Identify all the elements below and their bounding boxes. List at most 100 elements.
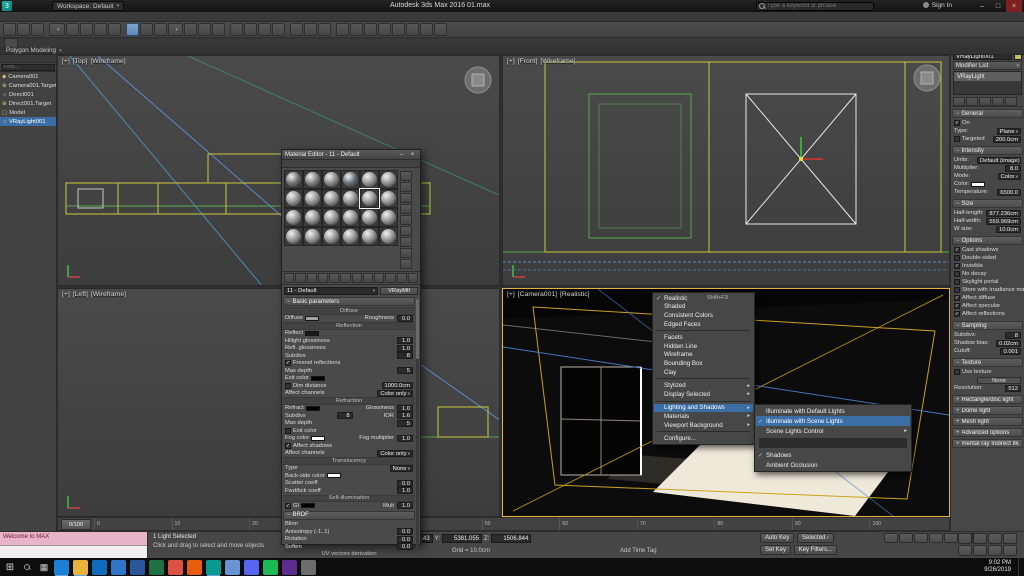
- time-ruler[interactable]: 0102030405060708090100: [94, 518, 947, 531]
- viewport-menu-plus[interactable]: [+]: [507, 58, 515, 65]
- taskbar-app-mail[interactable]: [111, 560, 126, 575]
- material-editor-window[interactable]: Material Editor - 11 - Default – × 11 - …: [281, 149, 421, 545]
- named-selection-sets-icon[interactable]: [290, 23, 303, 36]
- schematic-view-icon[interactable]: [378, 23, 391, 36]
- context-menu-item[interactable]: ✓ ▸: [657, 378, 750, 379]
- viewport-pov-label[interactable]: [Camera001]: [518, 291, 557, 298]
- material-slot[interactable]: [303, 189, 322, 208]
- keyboard-override-icon[interactable]: [212, 23, 225, 36]
- param-row[interactable]: Multiplier:8.0: [952, 164, 1023, 172]
- color-swatch[interactable]: [311, 436, 325, 441]
- taskbar-app-notepad[interactable]: [225, 560, 240, 575]
- start-button[interactable]: ⊞: [0, 558, 20, 576]
- rollout-header[interactable]: − Size: [952, 199, 1023, 208]
- param-row[interactable]: Scatter coeff0.0: [283, 480, 415, 488]
- angle-snap-icon[interactable]: [244, 23, 257, 36]
- viewport-pov-label[interactable]: [Front]: [518, 58, 538, 65]
- color-swatch[interactable]: [327, 473, 341, 478]
- context-menu-item[interactable]: ✓ Viewport Background ▸: [654, 421, 753, 430]
- layer-manager-icon[interactable]: [336, 23, 349, 36]
- param-row[interactable]: Back-side color: [283, 472, 415, 480]
- param-row[interactable]: No decay: [952, 270, 1023, 278]
- param-row[interactable]: Exit color: [283, 427, 415, 435]
- toolbar-separator[interactable]: [332, 23, 335, 36]
- reference-coordsys-dropdown[interactable]: [168, 23, 184, 36]
- rollout-header-collapsed[interactable]: + Dome light: [952, 406, 1023, 415]
- zoom-icon[interactable]: [958, 533, 972, 544]
- param-row[interactable]: DiffuseRoughness0.0: [283, 315, 415, 323]
- param-row[interactable]: Blinn: [283, 521, 415, 529]
- context-menu-item[interactable]: ✓ Scene Lights Control ▸: [756, 426, 910, 436]
- material-options-icon[interactable]: [400, 237, 412, 247]
- material-slot[interactable]: [360, 170, 379, 189]
- make-unique-icon[interactable]: [329, 273, 339, 283]
- search-input[interactable]: [767, 3, 871, 9]
- material-slot[interactable]: [284, 189, 303, 208]
- app-logo-icon[interactable]: 3: [2, 1, 12, 11]
- sign-in-button[interactable]: Sign In: [923, 2, 952, 9]
- checkbox[interactable]: [954, 303, 960, 309]
- checkbox[interactable]: [285, 503, 291, 509]
- viewport-shading-label[interactable]: [Wireframe]: [540, 58, 575, 65]
- pin-stack-icon[interactable]: [953, 97, 965, 106]
- context-menu-item[interactable]: ✓ Materials ▸: [654, 412, 753, 421]
- remove-modifier-icon[interactable]: [992, 97, 1004, 106]
- modifier-list-dropdown[interactable]: Modifier List: [953, 61, 1022, 70]
- param-row[interactable]: Targeted200.0cm: [952, 135, 1023, 143]
- task-view-icon[interactable]: ▦: [36, 559, 52, 575]
- context-menu-item[interactable]: ✓ Clay ▸: [654, 368, 753, 377]
- zoom-region-icon[interactable]: [988, 545, 1002, 556]
- backlight-icon[interactable]: [400, 182, 412, 192]
- taskbar-app-media[interactable]: [187, 560, 202, 575]
- rendered-frame-icon[interactable]: [420, 23, 433, 36]
- redo-icon[interactable]: [37, 1, 48, 11]
- context-menu-item[interactable]: ✓ Shadows ▸: [756, 450, 910, 460]
- orbit-icon[interactable]: [973, 545, 987, 556]
- bind-to-space-warp-icon[interactable]: [31, 23, 44, 36]
- color-swatch[interactable]: [305, 316, 319, 321]
- param-row[interactable]: Store with irradiance map: [952, 286, 1023, 294]
- scene-object-row[interactable]: ☼ VRayLight001: [0, 117, 56, 126]
- next-frame-button[interactable]: [929, 533, 943, 543]
- param-row[interactable]: None: [952, 376, 1023, 384]
- ribbon-panel-polygon-modeling[interactable]: Polygon Modeling: [6, 47, 62, 54]
- viewport-menu-plus[interactable]: [+]: [507, 291, 515, 298]
- taskbar-app-word[interactable]: [130, 560, 145, 575]
- param-row[interactable]: Dim distance1000.0cm: [283, 382, 415, 390]
- checkbox[interactable]: [954, 295, 960, 301]
- rollout-header[interactable]: − Sampling: [952, 321, 1023, 330]
- taskbar-app-3dsmax[interactable]: [206, 560, 221, 575]
- zoom-all-icon[interactable]: [973, 533, 987, 544]
- viewport-menu-plus[interactable]: [+]: [62, 291, 70, 298]
- checkbox[interactable]: [954, 255, 960, 261]
- taskbar-app-vs[interactable]: [282, 560, 297, 575]
- maximize-viewport-icon[interactable]: [1003, 545, 1017, 556]
- material-slot[interactable]: [303, 170, 322, 189]
- param-row[interactable]: TypeNone: [283, 465, 415, 473]
- time-slider-handle[interactable]: 0/100: [61, 519, 91, 530]
- viewport-left[interactable]: [+] [Left] [Wireframe]: [57, 288, 500, 517]
- color-swatch[interactable]: [971, 182, 985, 187]
- param-row[interactable]: Max depth5: [283, 367, 415, 375]
- param-row[interactable]: Hilight glossiness1.0: [283, 337, 415, 345]
- material-slot[interactable]: [303, 208, 322, 227]
- param-row[interactable]: Mode:Color: [952, 172, 1023, 180]
- workspace-dropdown[interactable]: Workspace: Default: [52, 1, 124, 11]
- context-menu-item[interactable]: ✓ Wireframe ▸: [654, 351, 753, 360]
- material-editor-icon[interactable]: [392, 23, 405, 36]
- render-production-icon[interactable]: [434, 23, 447, 36]
- material-id-channel-icon[interactable]: [352, 273, 362, 283]
- checkbox[interactable]: [954, 247, 960, 253]
- listener-white-line[interactable]: [0, 545, 147, 559]
- param-row[interactable]: Subdivs:8: [952, 331, 1023, 339]
- scene-object-row[interactable]: ⊕ Direct001.Target: [0, 99, 56, 108]
- context-menu-item[interactable]: ✓ Ambient Occlusion ▸: [756, 460, 910, 470]
- context-menu-item[interactable]: ✓ ▸: [657, 401, 750, 402]
- material-slot[interactable]: [360, 227, 379, 246]
- scene-object-row[interactable]: ⊕ Camera001.Target: [0, 81, 56, 90]
- go-forward-sibling-icon[interactable]: [397, 273, 407, 283]
- taskbar-app-spotify[interactable]: [263, 560, 278, 575]
- select-and-link-icon[interactable]: [3, 23, 16, 36]
- color-swatch[interactable]: [311, 376, 325, 381]
- taskbar-app-explorer[interactable]: [73, 560, 88, 575]
